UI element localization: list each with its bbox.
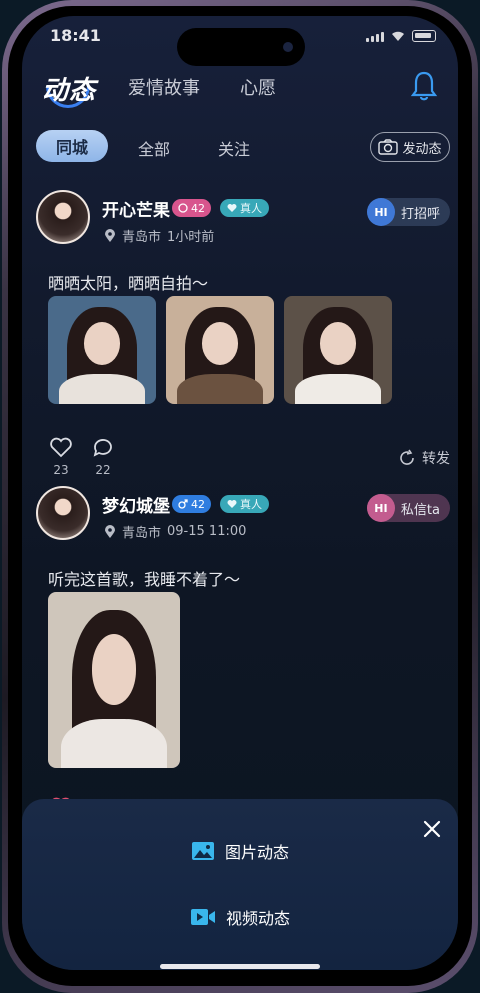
post-photo[interactable]	[48, 296, 156, 404]
message-label: 私信ta	[400, 502, 440, 518]
top-nav: 动态 爱情故事 心愿	[42, 70, 442, 110]
post-photo[interactable]	[284, 296, 392, 404]
feed-post: 开心芒果 42 真人 青岛市 1小时前 HI 打招呼 晒晒太阳，晒晒自拍～ 23…	[36, 190, 450, 480]
post-text: 晒晒太阳，晒晒自拍～	[48, 274, 209, 293]
like-button[interactable]: 23	[48, 436, 74, 477]
close-icon[interactable]	[422, 819, 442, 839]
status-icons	[366, 30, 436, 42]
photo-post-option[interactable]: 图片动态	[22, 839, 458, 863]
video-post-label: 视频动态	[225, 909, 290, 928]
post-photo[interactable]	[48, 592, 180, 768]
hi-icon: HI	[366, 198, 395, 226]
wifi-icon	[392, 31, 404, 41]
avatar[interactable]	[36, 190, 90, 244]
post-time: 09-15 11:00	[167, 524, 247, 539]
verified-badge: 真人	[220, 495, 269, 513]
city-label: 青岛市	[122, 230, 162, 245]
battery-icon	[412, 30, 436, 42]
app-screen: 18:41 动态 爱情故事 心愿 同城 全部 关注 发动态 开心芒果 42 真人…	[22, 16, 458, 970]
avatar[interactable]	[36, 486, 90, 540]
verified-label: 真人	[240, 202, 262, 215]
forward-button[interactable]: 转发	[398, 448, 450, 468]
comment-button[interactable]: 22	[90, 436, 116, 477]
photo-post-label: 图片动态	[224, 843, 289, 862]
message-badge: 42	[172, 495, 211, 513]
male-icon	[178, 499, 188, 509]
nav-tab-wish[interactable]: 心愿	[240, 74, 276, 100]
post-text: 听完这首歌，我睡不着了～	[48, 570, 241, 589]
forward-label: 转发	[422, 451, 450, 467]
username[interactable]: 梦幻城堡	[102, 492, 170, 517]
comment-icon	[93, 439, 112, 457]
heart-icon	[50, 437, 72, 458]
nav-tab-dynamic[interactable]: 动态	[42, 70, 96, 107]
location-row: 青岛市 09-15 11:00	[104, 522, 246, 541]
verified-label: 真人	[240, 498, 262, 511]
post-type-sheet: 图片动态 视频动态	[22, 799, 458, 970]
greet-button[interactable]: HI 打招呼	[366, 198, 450, 226]
sub-tabs: 同城 全部 关注 发动态	[36, 130, 450, 164]
home-indicator[interactable]	[160, 964, 320, 969]
chat-bubble-icon	[178, 203, 188, 213]
tab-following[interactable]: 关注	[218, 136, 250, 160]
heart-shield-icon	[227, 204, 237, 212]
location-pin-icon	[105, 524, 115, 538]
message-count: 42	[191, 201, 205, 215]
post-dynamic-button[interactable]: 发动态	[370, 132, 450, 162]
post-actions: 23 22 转发	[48, 436, 450, 477]
forward-icon	[400, 449, 414, 465]
post-photo[interactable]	[166, 296, 274, 404]
comment-count: 22	[95, 463, 111, 477]
bell-icon[interactable]	[410, 70, 438, 102]
post-dynamic-label: 发动态	[402, 141, 442, 157]
username[interactable]: 开心芒果	[102, 196, 170, 221]
camera-icon	[378, 139, 399, 155]
hi-icon: HI	[366, 494, 395, 522]
nav-tab-love-story[interactable]: 爱情故事	[128, 74, 200, 100]
video-post-option[interactable]: 视频动态	[22, 905, 458, 929]
signal-icon	[366, 32, 384, 42]
location-pin-icon	[105, 228, 115, 242]
video-camera-icon	[190, 909, 215, 925]
verified-badge: 真人	[220, 199, 269, 217]
dynamic-island	[177, 28, 305, 66]
status-time: 18:41	[50, 26, 101, 45]
city-label: 青岛市	[122, 526, 162, 541]
message-badge: 42	[172, 199, 211, 217]
location-row: 青岛市 1小时前	[104, 226, 214, 245]
like-count: 23	[53, 463, 69, 477]
tab-all[interactable]: 全部	[138, 136, 170, 160]
image-icon	[191, 842, 214, 860]
post-time: 1小时前	[167, 230, 215, 245]
feed-post: 梦幻城堡 42 真人 青岛市 09-15 11:00 HI 私信ta 听完这首歌…	[36, 486, 450, 825]
message-count: 42	[191, 497, 205, 511]
message-button[interactable]: HI 私信ta	[366, 494, 450, 522]
greet-label: 打招呼	[400, 206, 440, 222]
heart-shield-icon	[227, 500, 237, 508]
tab-local[interactable]: 同城	[36, 130, 108, 162]
